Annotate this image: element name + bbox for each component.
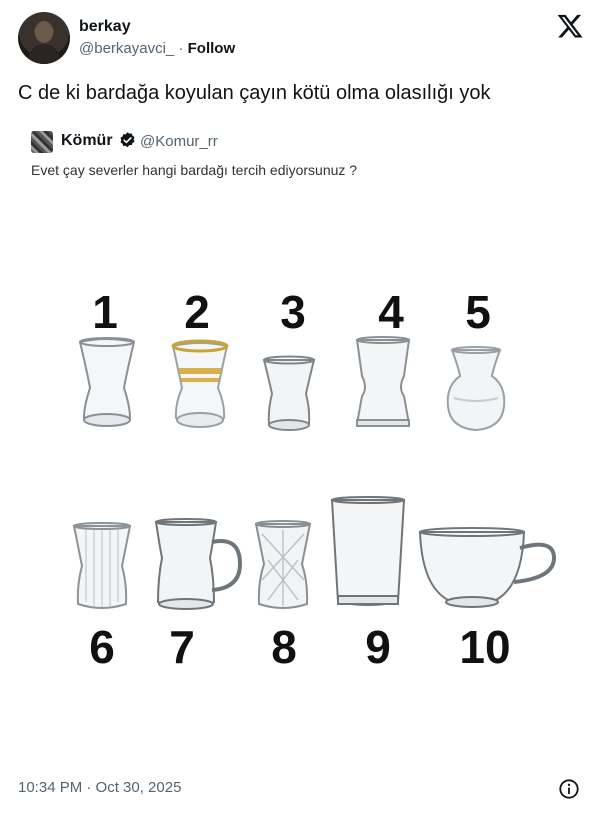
glass-number-2: 2	[184, 286, 210, 338]
glass-number-5: 5	[465, 286, 491, 338]
glass-10	[418, 527, 557, 608]
quoted-avatar[interactable]	[31, 131, 53, 153]
glass-number-9: 9	[365, 621, 391, 673]
glass-number-3: 3	[280, 286, 306, 338]
avatar[interactable]	[18, 12, 70, 64]
glass-4	[355, 336, 411, 427]
author-handle[interactable]: @berkayavci_	[79, 40, 174, 57]
author-handle-row: @berkayavci_ · Follow	[79, 40, 235, 57]
tweet-timestamp[interactable]: 10:34 PM · Oct 30, 2025	[18, 779, 181, 796]
quoted-author-name[interactable]: Kömür	[61, 132, 113, 150]
x-logo-icon[interactable]	[556, 12, 584, 40]
glass-5	[446, 346, 506, 432]
separator: ·	[178, 40, 184, 57]
follow-button[interactable]: Follow	[188, 40, 236, 57]
verified-badge-icon	[120, 132, 135, 148]
avatar-image	[26, 21, 62, 64]
info-icon[interactable]	[558, 778, 580, 800]
quoted-author-handle[interactable]: @Komur_rr	[140, 133, 218, 150]
glass-number-10: 10	[459, 621, 511, 673]
glass-8	[254, 520, 312, 609]
quoted-text: Evet çay severler hangi bardağı tercih e…	[31, 162, 358, 178]
glass-7	[154, 518, 242, 610]
glass-number-8: 8	[271, 621, 297, 673]
glass-6	[72, 522, 132, 609]
quoted-image-tea-glasses[interactable]: 1 2 3 4 5 6 7 8 9 10	[30, 270, 575, 690]
author-name[interactable]: berkay	[79, 18, 131, 36]
glass-number-7: 7	[169, 621, 195, 673]
glass-number-6: 6	[89, 621, 115, 673]
glass-9	[330, 496, 406, 606]
glass-1	[78, 337, 136, 427]
glass-number-4: 4	[378, 286, 404, 338]
glass-3	[262, 355, 316, 431]
glass-number-1: 1	[92, 286, 118, 338]
tweet-text: C de ki bardağa koyulan çayın kötü olma …	[18, 82, 491, 104]
glass-2	[171, 339, 229, 428]
